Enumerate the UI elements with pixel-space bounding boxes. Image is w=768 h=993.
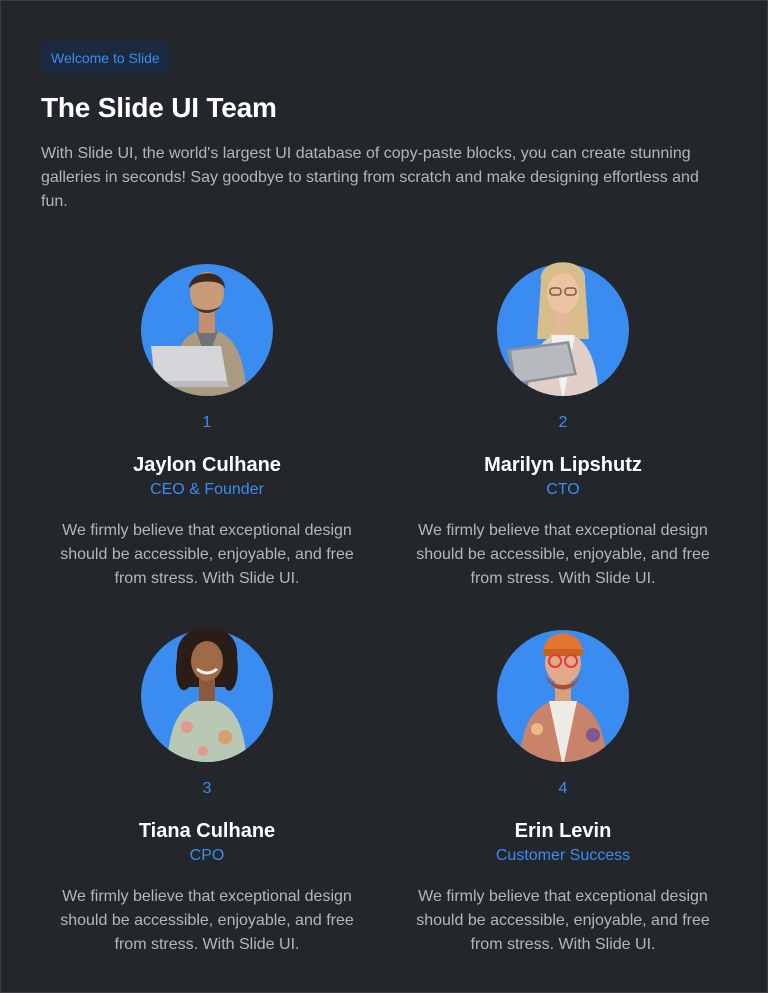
page-title: The Slide UI Team [41, 92, 277, 123]
welcome-badge: Welcome to Slide [41, 42, 170, 74]
team-member-card: 1 Jaylon Culhane CEO & Founder We firmly… [29, 251, 385, 591]
member-number: 2 [558, 414, 568, 431]
team-member-card: 2 Marilyn Lipshutz CTO We firmly believe… [385, 251, 741, 591]
team-member-card: 3 Tiana Culhane CPO We firmly believe th… [29, 617, 385, 957]
member-name: Erin Levin [514, 820, 612, 842]
member-name: Marilyn Lipshutz [484, 454, 642, 476]
woman-with-tablet-photo [507, 262, 599, 396]
man-with-laptop-photo [151, 272, 247, 396]
avatar [497, 617, 629, 762]
member-bio: We firmly believe that exceptional desig… [416, 522, 710, 587]
member-number: 3 [202, 780, 212, 797]
team-member-card: 4 Erin Levin Customer Success We firmly … [385, 617, 741, 957]
avatar [141, 251, 273, 396]
member-role: CEO & Founder [150, 481, 264, 498]
member-bio: We firmly believe that exceptional desig… [60, 888, 354, 953]
member-bio: We firmly believe that exceptional desig… [416, 888, 710, 953]
avatar [497, 251, 629, 396]
member-role: CPO [189, 847, 225, 864]
member-name: Jaylon Culhane [133, 454, 281, 476]
member-bio: We firmly believe that exceptional desig… [60, 522, 354, 587]
member-role: Customer Success [495, 847, 631, 864]
woman-smiling-photo [167, 627, 247, 762]
member-name: Tiana Culhane [138, 820, 276, 842]
member-role: CTO [546, 481, 580, 498]
avatar [141, 617, 273, 762]
man-with-orange-beanie-photo [519, 633, 607, 762]
intro-text: With Slide UI, the world's largest UI da… [41, 145, 699, 210]
team-section: Welcome to Slide The Slide UI Team With … [0, 0, 768, 993]
team-grid: 1 Jaylon Culhane CEO & Founder We firmly… [29, 251, 741, 957]
member-number: 1 [202, 414, 212, 431]
member-number: 4 [558, 780, 568, 797]
